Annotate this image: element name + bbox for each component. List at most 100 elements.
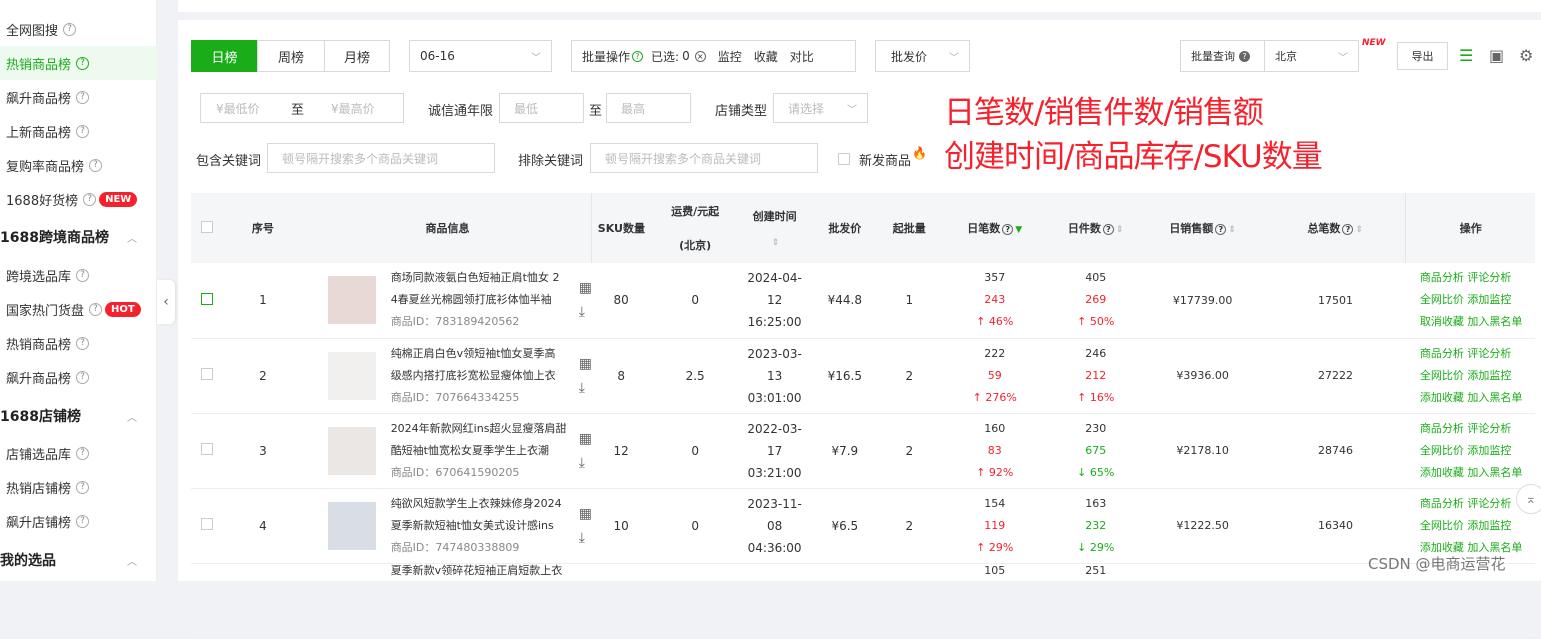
include-keyword-input[interactable]: 顿号隔开搜索多个商品关键词 [267, 143, 495, 173]
date-select[interactable]: 06-16 ﹀ [409, 40, 552, 72]
favorite-blacklist-links[interactable]: 添加收藏 加入黑名单 [1420, 462, 1535, 484]
row-checkbox[interactable] [200, 368, 213, 380]
new-product-checkbox[interactable] [838, 153, 850, 165]
qrcode-icon[interactable]: ▦ [579, 506, 592, 522]
product-title-line1[interactable]: 纯棉正肩白色v领短袖t恤女夏季高 [391, 343, 571, 365]
product-thumbnail[interactable] [327, 276, 376, 325]
help-icon: ? [76, 90, 90, 104]
qrcode-icon[interactable]: ▦ [579, 431, 592, 447]
sidebar-item-new-products[interactable]: 上新商品榜? [0, 114, 157, 148]
sidebar-item-cross-rising[interactable]: 飙升商品榜? [0, 360, 157, 394]
max-price-input[interactable]: ¥最高价 [331, 100, 375, 117]
wholesale-price: ¥16.5 [809, 338, 881, 414]
product-thumbnail[interactable] [327, 426, 376, 475]
sku-count: 80 [591, 263, 651, 339]
row-checkbox[interactable] [200, 292, 213, 305]
daily-sales: ¥2178.10 [1140, 413, 1266, 489]
trust-max-input[interactable]: 最高 [606, 93, 691, 123]
collapse-sidebar-button[interactable]: ‹ [157, 280, 175, 324]
tab-weekly[interactable]: 周榜 [257, 40, 325, 72]
col-index: 序号 [222, 193, 304, 263]
help-icon: ? [76, 268, 90, 282]
sidebar-section-mine[interactable]: 我的选品 ︿ [0, 543, 157, 577]
download-icon[interactable]: ⤓ [579, 455, 592, 471]
list-view-icon[interactable]: ☰ [1459, 46, 1473, 65]
trust-min-input[interactable]: 最低 [499, 93, 584, 123]
price-type-select[interactable]: 批发价 ﹀ [875, 40, 970, 72]
qrcode-icon[interactable]: ▦ [579, 280, 592, 296]
sidebar-item-cross-library[interactable]: 跨境选品库? [0, 258, 157, 292]
compare-monitor-links[interactable]: 全网比价 添加监控 [1420, 289, 1535, 311]
city-select[interactable]: 北京 ﹀ [1264, 40, 1359, 72]
product-thumbnail[interactable] [327, 351, 376, 400]
compare-button[interactable]: 对比 [790, 48, 814, 65]
col-daily-items[interactable]: 日件数? ⇕ [1051, 193, 1141, 263]
freight: 0 [650, 488, 740, 564]
exclude-keyword-input[interactable]: 顿号隔开搜索多个商品关键词 [590, 143, 818, 173]
export-button[interactable]: 导出 [1397, 42, 1448, 70]
product-title-line2[interactable]: 4春夏丝光棉圆领打底衫体恤半袖 [391, 289, 571, 311]
shop-type-select[interactable]: 请选择 ﹀ [773, 93, 868, 123]
col-daily-sales[interactable]: 日销售额? ⇕ [1140, 193, 1266, 263]
clear-icon[interactable]: × [694, 50, 706, 62]
col-total-orders[interactable]: 总笔数? ⇕ [1265, 193, 1407, 263]
monitor-button[interactable]: 监控 [718, 48, 742, 65]
sidebar-item-cross-hot[interactable]: 热销商品榜? [0, 326, 157, 360]
favorite-blacklist-links[interactable]: 取消收藏 加入黑名单 [1420, 311, 1535, 333]
qrcode-icon[interactable]: ▦ [579, 356, 592, 372]
row-index: 3 [222, 413, 304, 489]
favorite-button[interactable]: 收藏 [754, 48, 778, 65]
product-title-line1[interactable]: 2024年新款网红ins超火显瘦落肩甜 [391, 418, 571, 440]
min-price-input[interactable]: ¥最低价 [216, 100, 260, 117]
download-icon[interactable]: ⤓ [579, 530, 592, 546]
sidebar-item-repurchase[interactable]: 复购率商品榜? [0, 148, 157, 182]
image-view-icon[interactable]: ▣ [1489, 46, 1504, 65]
product-thumbnail[interactable] [327, 501, 376, 550]
total-orders: 28746 [1265, 413, 1406, 489]
product-title-line2[interactable]: 级感内搭打底衫宽松显瘦体恤上衣 [391, 365, 571, 387]
min-order: 2 [880, 413, 939, 489]
row-checkbox[interactable] [200, 518, 213, 530]
favorite-blacklist-links[interactable]: 添加收藏 加入黑名单 [1420, 387, 1535, 409]
back-to-top-button[interactable]: ⌅ [1516, 484, 1541, 514]
analysis-links[interactable]: 商品分析 评论分析 [1420, 267, 1535, 289]
product-title-line2[interactable]: 夏季新款短袖t恤女美式设计感ins [391, 515, 571, 537]
sidebar-item-hot-shops[interactable]: 热销店铺榜? [0, 470, 157, 504]
analysis-links[interactable]: 商品分析 评论分析 [1420, 418, 1535, 440]
compare-monitor-links[interactable]: 全网比价 添加监控 [1420, 440, 1535, 462]
help-icon: ? [76, 370, 90, 384]
select-all-checkbox[interactable] [200, 220, 213, 233]
download-icon[interactable]: ⤓ [579, 304, 592, 320]
chevron-up-icon: ︿ [127, 556, 137, 568]
row-actions: 商品分析 评论分析 全网比价 添加监控 添加收藏 加入黑名单 [1405, 413, 1535, 489]
sidebar-item-image-search[interactable]: 全网图搜? [0, 12, 157, 46]
batch-query-button[interactable]: 批量查询? [1180, 40, 1265, 72]
daily-items: 405 269 ↑ 50% [1051, 263, 1141, 339]
product-title-line2[interactable]: 酷短袖t恤宽松女夏季学生上衣潮 [391, 440, 571, 462]
download-icon[interactable]: ⤓ [579, 380, 592, 396]
sidebar-section-cross[interactable]: 1688跨境商品榜 ︿ [0, 220, 157, 254]
hot-badge: HOT [105, 301, 141, 317]
daily-items: 246 212 ↑ 16% [1051, 338, 1141, 414]
col-created[interactable]: 创建时间 ⇕ [739, 193, 810, 263]
sort-icon: ⇕ [1228, 225, 1236, 235]
product-title-line1[interactable]: 纯欲风短款学生上衣辣妹修身2024 [391, 493, 571, 515]
sidebar-item-shop-library[interactable]: 店铺选品库? [0, 436, 157, 470]
settings-icon[interactable]: ⚙ [1519, 46, 1533, 65]
product-title-line1[interactable]: 商场同款液氨白色短袖正肩t恤女 2 [391, 267, 571, 289]
compare-monitor-links[interactable]: 全网比价 添加监控 [1420, 365, 1535, 387]
tab-monthly[interactable]: 月榜 [324, 40, 390, 72]
sidebar-item-rising-products[interactable]: 飙升商品榜? [0, 80, 157, 114]
sidebar-item-good-goods[interactable]: 1688好货榜? NEW [0, 182, 157, 216]
row-checkbox[interactable] [200, 443, 213, 455]
compare-monitor-links[interactable]: 全网比价 添加监控 [1420, 515, 1535, 537]
product-id: 商品ID：670641590205 [390, 465, 520, 479]
sidebar: 全网图搜? 热销商品榜? 飙升商品榜? 上新商品榜? 复购率商品榜? 1688好… [0, 0, 157, 581]
col-daily-orders[interactable]: 日笔数? ▼ [938, 193, 1052, 263]
sidebar-section-shop[interactable]: 1688店铺榜 ︿ [0, 399, 157, 433]
analysis-links[interactable]: 商品分析 评论分析 [1420, 343, 1535, 365]
tab-daily[interactable]: 日榜 [191, 40, 258, 72]
sidebar-item-hot-products[interactable]: 热销商品榜? [0, 46, 157, 80]
sidebar-item-rising-shops[interactable]: 飙升店铺榜? [0, 504, 157, 538]
sidebar-item-country-hot[interactable]: 国家热门货盘? HOT [0, 292, 157, 326]
